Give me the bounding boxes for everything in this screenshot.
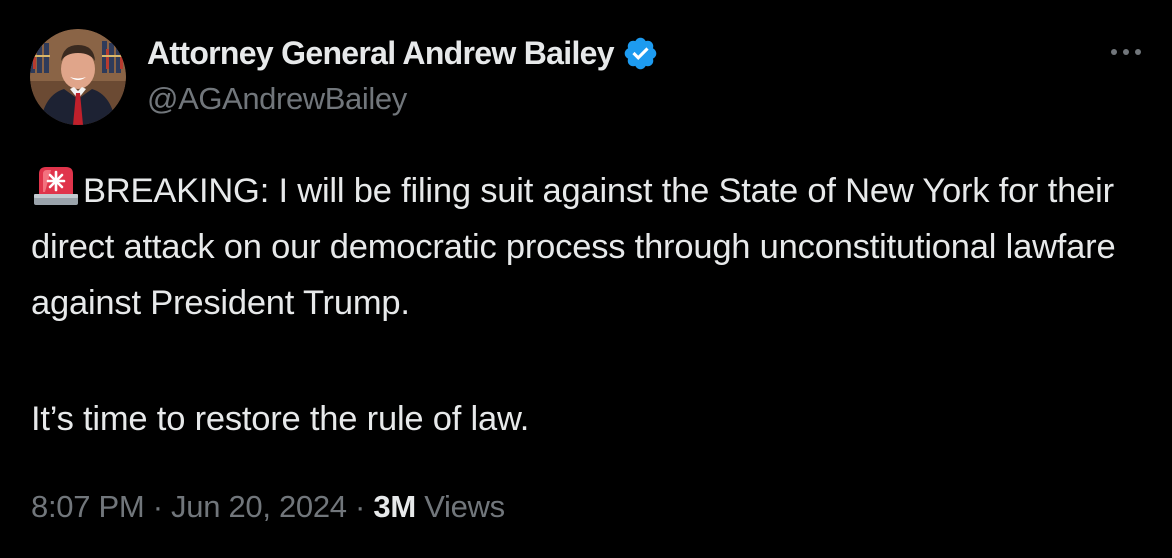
tweet-paragraph-2: It’s time to restore the rule of law. bbox=[31, 400, 530, 438]
tweet-date[interactable]: Jun 20, 2024 bbox=[171, 489, 347, 524]
tweet-meta: 8:07 PM · Jun 20, 2024 · 3M Views bbox=[31, 489, 505, 525]
police-car-light-icon bbox=[34, 167, 78, 205]
meta-separator-2: · bbox=[355, 489, 366, 524]
views-count: 3M bbox=[373, 489, 416, 524]
meta-separator-1: · bbox=[152, 489, 163, 524]
tweet-paragraph-1-text: BREAKING: I will be filing suit against … bbox=[31, 172, 1125, 322]
more-dots-icon[interactable] bbox=[1108, 40, 1144, 64]
author-handle[interactable]: @AGAndrewBailey bbox=[147, 81, 407, 117]
author-avatar[interactable] bbox=[30, 29, 126, 125]
author-name[interactable]: Attorney General Andrew Bailey bbox=[147, 33, 659, 73]
tweet-text: BREAKING: I will be filing suit against … bbox=[31, 163, 1141, 447]
tweet-paragraph-1: BREAKING: I will be filing suit against … bbox=[31, 163, 1141, 331]
display-name: Attorney General Andrew Bailey bbox=[147, 34, 615, 71]
views-label: Views bbox=[424, 489, 505, 524]
avatar-photo bbox=[30, 29, 126, 125]
tweet-time[interactable]: 8:07 PM bbox=[31, 489, 145, 524]
verified-badge-icon bbox=[624, 37, 657, 69]
